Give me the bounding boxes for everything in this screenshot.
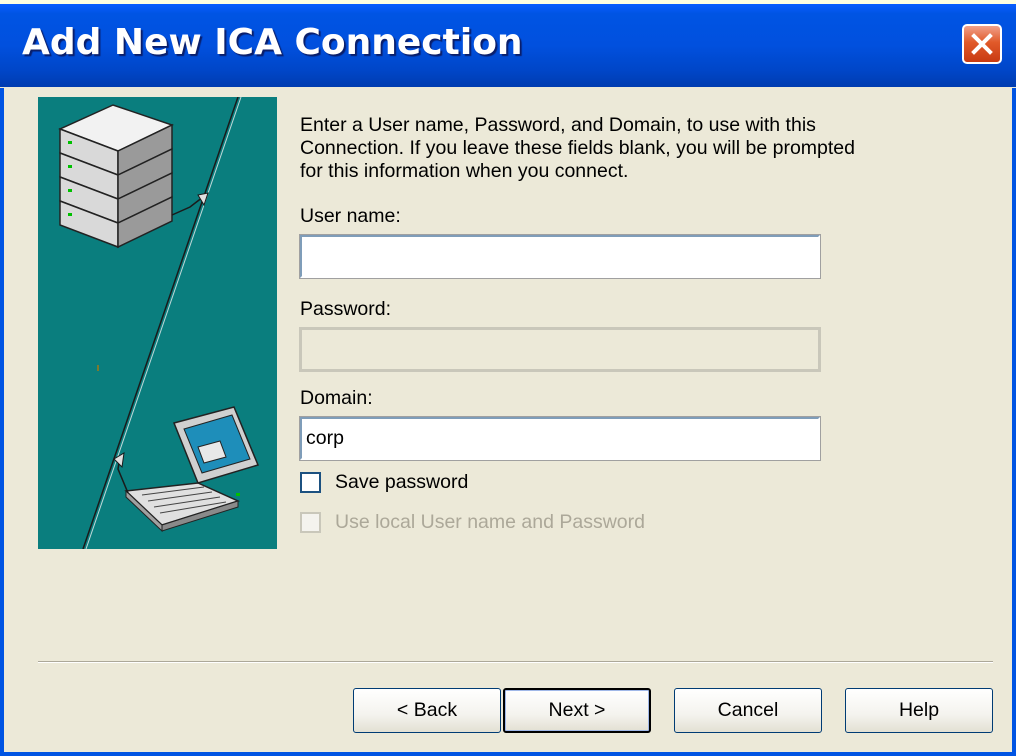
domain-label: Domain: [300, 387, 373, 409]
use-local-credentials-option[interactable]: Use local User name and Password [300, 511, 645, 534]
save-password-option[interactable]: Save password [300, 471, 468, 494]
username-label: User name: [300, 205, 401, 227]
button-separator [38, 661, 993, 663]
wizard-illustration [38, 97, 277, 549]
title-bar[interactable]: Add New ICA Connection [0, 0, 1016, 88]
help-button[interactable]: Help [845, 688, 993, 733]
password-field[interactable] [299, 327, 821, 372]
next-button[interactable]: Next > [503, 688, 651, 733]
close-icon [971, 33, 993, 55]
cancel-button[interactable]: Cancel [674, 688, 822, 733]
close-button[interactable] [962, 24, 1002, 64]
domain-field[interactable] [299, 416, 821, 461]
back-button[interactable]: < Back [353, 688, 501, 733]
save-password-checkbox[interactable] [300, 472, 321, 493]
use-local-credentials-checkbox[interactable] [300, 512, 321, 533]
use-local-credentials-label: Use local User name and Password [335, 511, 645, 533]
server-laptop-illustration [58, 97, 260, 549]
password-label: Password: [300, 298, 392, 320]
server-icon [58, 104, 174, 249]
intro-text: Enter a User name, Password, and Domain,… [300, 114, 855, 182]
username-field[interactable] [299, 234, 821, 279]
save-password-label: Save password [335, 471, 469, 493]
window-title: Add New ICA Connection [22, 22, 523, 63]
laptop-icon [124, 406, 260, 533]
